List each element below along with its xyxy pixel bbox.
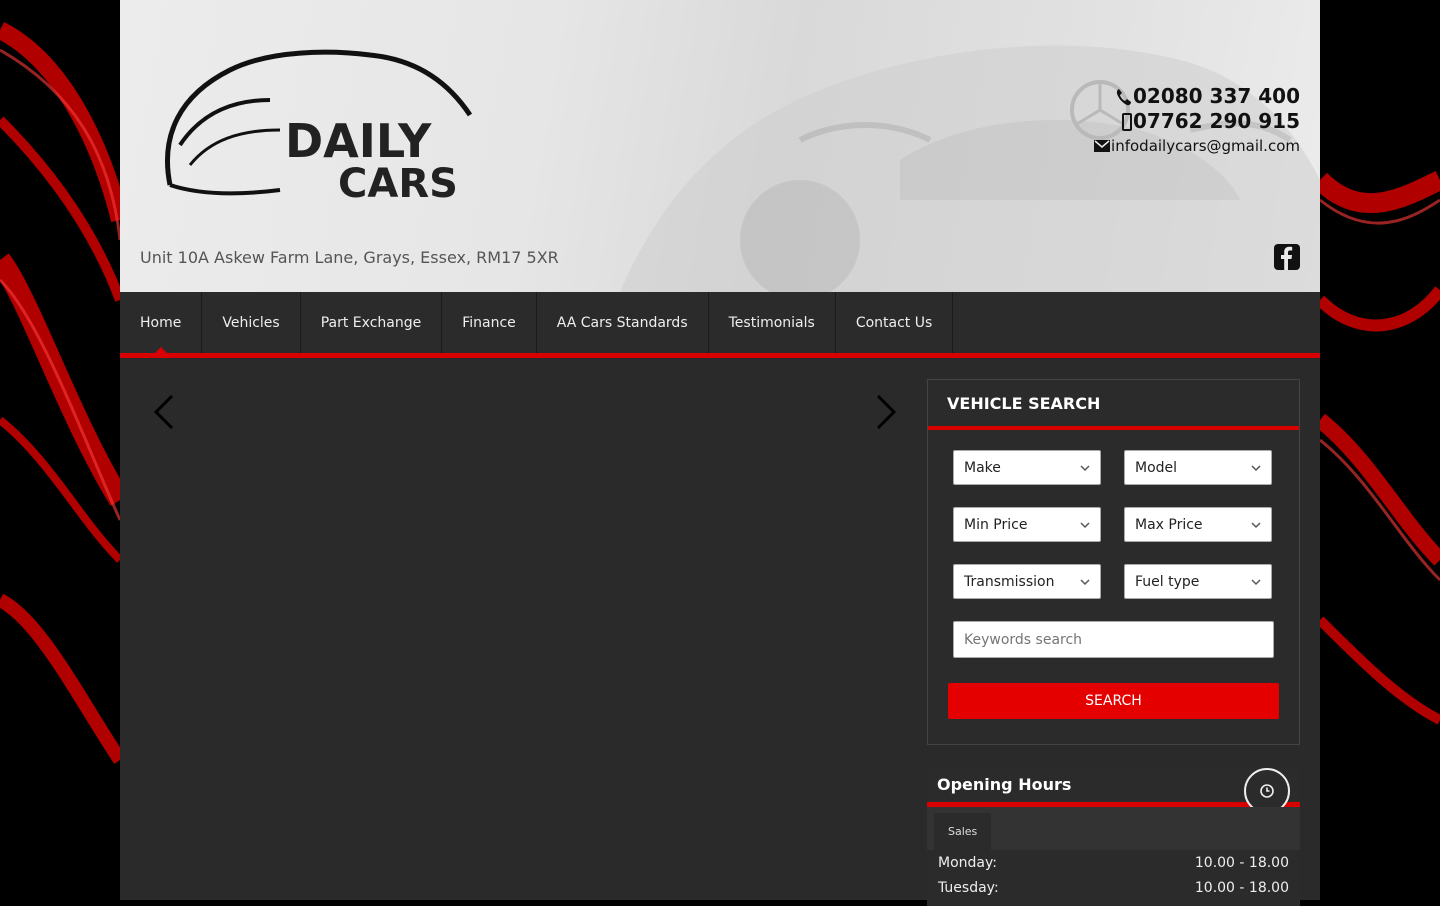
- min-price-select[interactable]: Min Price: [953, 507, 1101, 542]
- mobile-number-text: 07762 290 915: [1132, 109, 1300, 133]
- phone-icon: [1116, 88, 1131, 105]
- chevron-down-icon: [1080, 465, 1090, 472]
- daily-cars-logo: DAILY CARS: [165, 49, 473, 207]
- keywords-search-input[interactable]: [953, 621, 1274, 658]
- fuel-type-select[interactable]: Fuel type: [1124, 564, 1272, 599]
- model-select[interactable]: Model: [1124, 450, 1272, 485]
- hours-time: 10.00 - 18.00: [1194, 854, 1289, 871]
- hours-day: Monday:: [938, 854, 997, 871]
- slider-prev-arrow-icon[interactable]: [152, 394, 176, 430]
- max-price-select-value: Max Price: [1135, 516, 1203, 533]
- envelope-icon: [1094, 140, 1111, 152]
- tab-sales[interactable]: Sales: [934, 813, 992, 850]
- search-button[interactable]: SEARCH: [948, 683, 1279, 719]
- vehicle-search-title: VEHICLE SEARCH: [928, 380, 1299, 430]
- facebook-icon[interactable]: [1274, 244, 1300, 270]
- nav-finance[interactable]: Finance: [442, 292, 537, 353]
- model-select-value: Model: [1135, 459, 1178, 476]
- main-navigation: Home Vehicles Part Exchange Finance AA C…: [120, 292, 1320, 358]
- opening-hours-header: Opening Hours: [927, 766, 1300, 814]
- fuel-type-select-value: Fuel type: [1135, 573, 1200, 590]
- site-header: DAILY CARS Unit 10A Askew Farm Lane, Gra…: [120, 0, 1320, 292]
- email-address[interactable]: infodailycars@gmail.com: [1094, 134, 1300, 158]
- svg-text:CARS: CARS: [338, 161, 458, 207]
- nav-vehicles[interactable]: Vehicles: [202, 292, 301, 353]
- svg-text:DAILY: DAILY: [285, 114, 432, 168]
- opening-hours-title: Opening Hours: [937, 774, 1072, 794]
- hours-row: Monday: 10.00 - 18.00: [927, 850, 1300, 875]
- mobile-icon: [1121, 112, 1132, 131]
- hours-time: 10.00 - 18.00: [1194, 879, 1289, 896]
- opening-hours-panel: Opening Hours Sales Monday: 10.00 - 18.0…: [927, 766, 1300, 906]
- chevron-down-icon: [1251, 465, 1261, 472]
- hours-day: Tuesday:: [938, 879, 999, 896]
- min-price-select-value: Min Price: [964, 516, 1028, 533]
- max-price-select[interactable]: Max Price: [1124, 507, 1272, 542]
- transmission-select-value: Transmission: [964, 573, 1055, 590]
- nav-home[interactable]: Home: [120, 292, 203, 354]
- hours-row: Tuesday: 10.00 - 18.00: [927, 875, 1300, 900]
- opening-hours-tabs: Sales: [927, 807, 1300, 850]
- nav-part-exchange[interactable]: Part Exchange: [301, 292, 443, 353]
- make-select[interactable]: Make: [953, 450, 1101, 485]
- site-wrapper: DAILY CARS Unit 10A Askew Farm Lane, Gra…: [120, 0, 1320, 906]
- make-select-value: Make: [964, 459, 1001, 476]
- chevron-down-icon: [1080, 579, 1090, 586]
- chevron-down-icon: [1251, 522, 1261, 529]
- chevron-down-icon: [1080, 522, 1090, 529]
- dealer-address: Unit 10A Askew Farm Lane, Grays, Essex, …: [140, 248, 559, 267]
- nav-testimonials[interactable]: Testimonials: [709, 292, 836, 353]
- chevron-down-icon: [1251, 579, 1261, 586]
- email-text: infodailycars@gmail.com: [1111, 137, 1300, 155]
- clock-icon: [1260, 784, 1274, 798]
- phone-number-text: 02080 337 400: [1132, 84, 1300, 108]
- mobile-number[interactable]: 07762 290 915: [1094, 109, 1300, 134]
- contact-info: 02080 337 400 07762 290 915 infodailycar…: [1094, 84, 1300, 158]
- vehicle-search-panel: VEHICLE SEARCH Make Model Min Price Max …: [927, 379, 1300, 745]
- slider-next-arrow-icon[interactable]: [874, 394, 898, 430]
- nav-aa-cars-standards[interactable]: AA Cars Standards: [537, 292, 709, 353]
- transmission-select[interactable]: Transmission: [953, 564, 1101, 599]
- nav-contact-us[interactable]: Contact Us: [836, 292, 954, 353]
- image-slider: [140, 378, 910, 900]
- phone-number[interactable]: 02080 337 400: [1094, 84, 1300, 109]
